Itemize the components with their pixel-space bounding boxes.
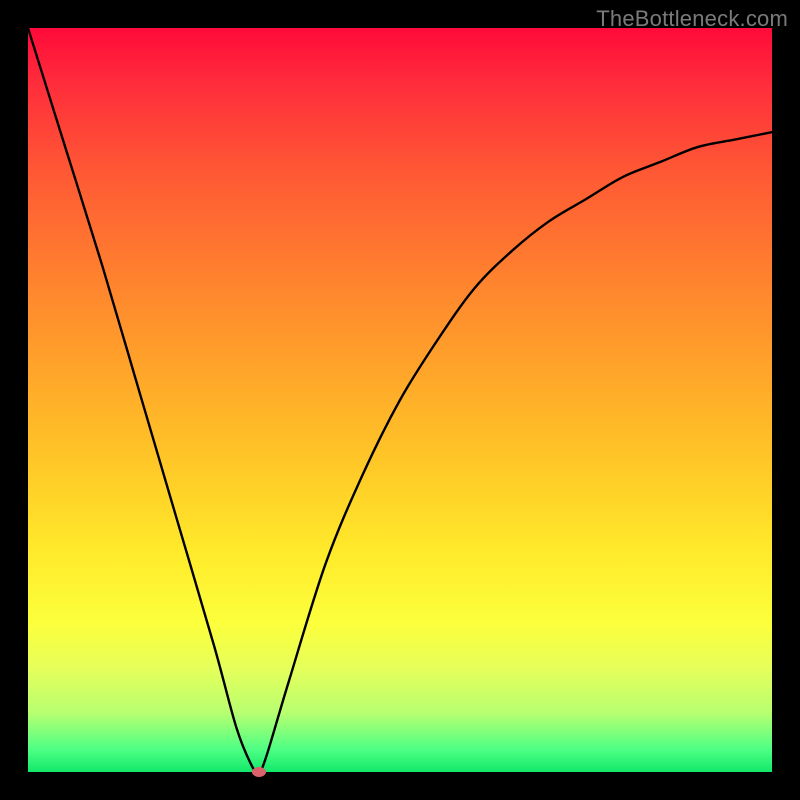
bottleneck-curve: [28, 28, 772, 772]
watermark-text: TheBottleneck.com: [596, 6, 788, 32]
plot-area: [28, 28, 772, 772]
chart-frame: TheBottleneck.com: [0, 0, 800, 800]
minimum-point-marker: [252, 767, 266, 777]
